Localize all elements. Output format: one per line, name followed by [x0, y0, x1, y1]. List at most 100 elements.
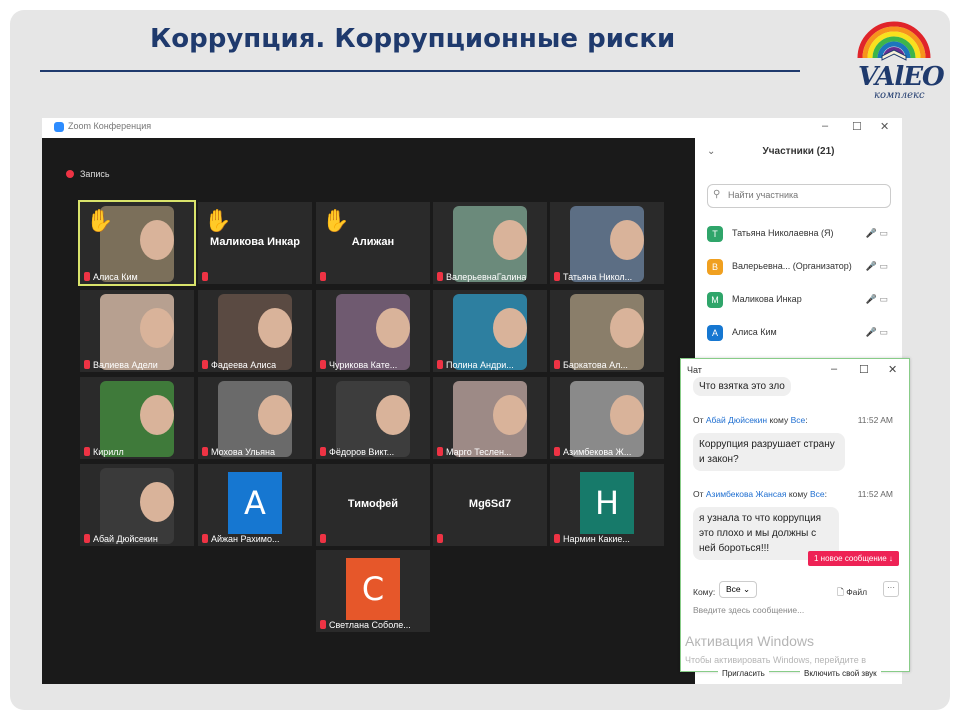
raised-hand-icon: ✋ [86, 208, 114, 233]
video-tile[interactable]: Чурикова Кате... [316, 290, 430, 372]
participant-face [493, 220, 527, 260]
message-sender[interactable]: Абай Дюйсекин [706, 415, 767, 425]
video-tile[interactable]: Мохова Ульяна [198, 377, 312, 459]
tile-name: Баркатова Ал... [554, 360, 628, 370]
tile-name: Кирилл [84, 447, 124, 457]
more-icon[interactable]: ··· [883, 581, 899, 597]
minimize-icon[interactable]: – [831, 363, 837, 375]
video-tile[interactable]: Азимбекова Ж... [550, 377, 664, 459]
video-tile[interactable]: Маликова Инкар ✋ [198, 202, 312, 284]
video-tile[interactable]: Кирилл [80, 377, 194, 459]
zoom-icon [54, 122, 64, 132]
video-feed [218, 294, 292, 370]
participant-face [258, 395, 292, 435]
search-input[interactable] [726, 189, 890, 201]
participant-name: Алиса Ким [732, 327, 777, 337]
video-feed [336, 381, 410, 457]
participant-row[interactable]: В Валерьевна... (Организатор) 🎤 ▭ [695, 251, 902, 284]
video-tile[interactable]: Фадеева Алиса [198, 290, 312, 372]
avatar: H [580, 472, 634, 534]
video-tile[interactable]: A Айжан Рахимо... [198, 464, 312, 546]
minimize-icon[interactable]: – [822, 120, 828, 132]
muted-mic-icon [554, 272, 560, 281]
avatar: М [707, 292, 723, 308]
maximize-icon[interactable]: ☐ [859, 363, 869, 376]
video-tile[interactable]: Валиева Адели [80, 290, 194, 372]
video-tile[interactable]: Алижан ✋ [316, 202, 430, 284]
muted-mic-icon [554, 447, 560, 456]
chat-title: Чат [687, 365, 702, 375]
tile-center-name: Тимофей [347, 498, 399, 510]
participants-list: Т Татьяна Николаевна (Я) 🎤 ▭ В Валерьевна...… [695, 218, 902, 350]
tile-name: Полина Андри... [437, 360, 514, 370]
from-prefix: От [693, 489, 704, 499]
muted-mic-icon [437, 272, 443, 281]
recipient-select[interactable]: Все ⌄ [719, 581, 758, 598]
participant-row[interactable]: Т Татьяна Николаевна (Я) 🎤 ▭ [695, 218, 902, 251]
muted-mic-icon [202, 272, 208, 281]
participant-name: Татьяна Николаевна (Я) [732, 228, 834, 238]
video-tile[interactable]: ✋ Алиса Ким [78, 200, 196, 286]
video-tile[interactable]: ВалерьевнаГалина [433, 202, 547, 284]
muted-mic-icon [202, 534, 208, 543]
video-tile[interactable]: Тимофей [316, 464, 430, 546]
title-underline [40, 70, 800, 72]
to-prefix: кому [769, 415, 789, 425]
video-feed [100, 294, 174, 370]
message-recipient[interactable]: Все [810, 489, 825, 499]
chat-message: Коррупция разрушает страну и закон? [693, 433, 845, 471]
close-icon[interactable]: ✕ [880, 120, 889, 133]
unmute-button[interactable]: Включить свой звук [800, 668, 881, 679]
video-tile[interactable]: Татьяна Никол... [550, 202, 664, 284]
video-tile[interactable]: Марго Теслен... [433, 377, 547, 459]
muted-mic-icon [320, 360, 326, 369]
message-sender[interactable]: Азимбекова Жансая [706, 489, 787, 499]
video-tile[interactable]: C Светлана Соболе... [316, 550, 430, 632]
chat-input[interactable]: Введите здесь сообщение... [693, 605, 804, 615]
video-tile[interactable]: Фёдоров Викт... [316, 377, 430, 459]
file-button[interactable]: 🗋 Файл [837, 587, 867, 601]
participant-row[interactable]: А Алиса Ким 🎤 ▭ [695, 317, 902, 350]
muted-mic-icon [320, 272, 326, 281]
participants-header: Участники (21) [762, 146, 835, 157]
record-icon [66, 170, 74, 178]
tile-name: Нармин Какие... [554, 534, 630, 544]
muted-mic-icon [437, 447, 443, 456]
participant-face [376, 308, 410, 348]
participant-face [493, 308, 527, 348]
participant-row[interactable]: М Маликова Инкар 🎤 ▭ [695, 284, 902, 317]
video-tile[interactable]: Баркатова Ал... [550, 290, 664, 372]
avatar: В [707, 259, 723, 275]
tile-name: Чурикова Кате... [320, 360, 397, 370]
raised-hand-icon: ✋ [322, 208, 350, 233]
logo-text: VAlEO [858, 62, 945, 92]
video-tile[interactable]: H Нармин Какие... [550, 464, 664, 546]
video-tile[interactable]: Полина Андри... [433, 290, 547, 372]
message-recipient[interactable]: Все [791, 415, 806, 425]
invite-button[interactable]: Пригласить [718, 668, 769, 679]
tile-name: ВалерьевнаГалина [437, 272, 526, 282]
video-tile[interactable]: Абай Дюйсекин [80, 464, 194, 546]
close-icon[interactable]: ✕ [888, 363, 897, 376]
participant-name: Валерьевна... (Организатор) [732, 261, 852, 271]
maximize-icon[interactable]: ☐ [852, 120, 862, 133]
from-prefix: От [693, 415, 704, 425]
participant-face [610, 220, 644, 260]
mic-camera-icon: 🎤 ▭ [865, 228, 888, 238]
message-meta: От Абай Дюйсекин кому Все: [693, 415, 808, 425]
video-tile[interactable]: Mg6Sd7 [433, 464, 547, 546]
new-messages-button[interactable]: 1 новое сообщение ↓ [808, 551, 899, 566]
raised-hand-icon: ✋ [204, 208, 232, 233]
tile-name: Айжан Рахимо... [202, 534, 279, 544]
participant-search[interactable]: ⚲ [707, 184, 891, 208]
window-title: Zoom Конференция [68, 121, 152, 131]
tile-name: Фадеева Алиса [202, 360, 276, 370]
participant-face [610, 308, 644, 348]
muted-mic-icon [84, 447, 90, 456]
muted-mic-icon [437, 534, 443, 543]
recipient-value: Все [726, 584, 741, 594]
search-icon: ⚲ [713, 189, 721, 200]
mic-camera-icon: 🎤 ▭ [865, 327, 888, 337]
avatar: A [228, 472, 282, 534]
tile-name: Светлана Соболе... [320, 620, 411, 630]
